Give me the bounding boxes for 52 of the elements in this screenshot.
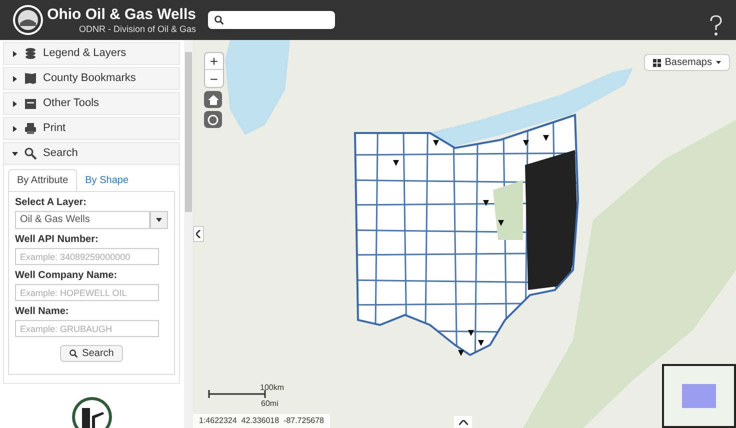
grid-icon [652, 58, 661, 66]
search-icon [214, 15, 224, 25]
caret-icon [156, 218, 162, 222]
chevron-left-icon [196, 230, 201, 238]
accordion-header[interactable]: Search [3, 142, 180, 165]
caret-icon [12, 126, 18, 132]
chevron-up-icon [458, 420, 468, 424]
toolbox-icon [24, 97, 37, 110]
text-field[interactable]: Example: 34089259000000 [15, 248, 159, 265]
locate-button[interactable] [204, 111, 222, 128]
search-field[interactable] [208, 11, 335, 29]
help-icon[interactable] [708, 15, 724, 37]
text-field[interactable]: Example: GRUBAUGH [15, 320, 159, 337]
accordion-header[interactable]: Legend & Layers [3, 42, 180, 65]
scale-bar-icon [208, 390, 266, 398]
state-outline-icon [24, 72, 37, 85]
layer-select[interactable]: Oil & Gas Wells [15, 211, 150, 229]
caret-icon [716, 61, 721, 64]
caret-icon [12, 50, 18, 56]
locate-icon [207, 114, 219, 126]
field-label: Select A Layer: [15, 197, 88, 209]
field-label: Well Company Name: [15, 270, 118, 282]
tab[interactable]: By Attribute [8, 169, 78, 191]
collapse-sidebar-button[interactable] [193, 226, 204, 242]
expand-up-button[interactable] [454, 416, 472, 428]
caret-icon [12, 76, 18, 82]
layers-icon [24, 47, 37, 60]
app-title: Ohio Oil & Gas Wells [47, 6, 196, 24]
seal-logo-icon [12, 4, 44, 36]
home-button[interactable] [204, 91, 222, 108]
field-label: Well Name: [15, 306, 70, 318]
text-field[interactable]: Example: HOPEWELL OIL [15, 284, 159, 301]
caret-icon [12, 100, 18, 106]
search-icon [24, 147, 37, 160]
caret-icon [12, 150, 18, 156]
accordion-header[interactable]: Print [3, 117, 180, 140]
basemaps-button[interactable]: Basemaps [644, 54, 730, 71]
search-icon [69, 349, 78, 358]
printer-icon [24, 122, 37, 135]
zoom-in-button[interactable]: + [205, 53, 223, 70]
app-subtitle: ODNR - Division of Oil & Gas [78, 24, 196, 34]
accordion-header[interactable]: County Bookmarks [3, 67, 180, 90]
coordinates-bar: 1:4622324 42.336018 -87.725678 [193, 414, 330, 428]
tab[interactable]: By Shape [77, 169, 137, 191]
home-icon [208, 94, 218, 104]
scale-km: 100km [260, 382, 284, 394]
dropdown-button[interactable] [150, 211, 168, 229]
search-button[interactable]: Search [60, 345, 123, 362]
accordion-header[interactable]: Other Tools [3, 92, 180, 115]
field-label: Well API Number: [15, 234, 100, 246]
zoom-out-button[interactable]: − [205, 70, 223, 87]
scale-mi: 60mi [261, 398, 280, 410]
